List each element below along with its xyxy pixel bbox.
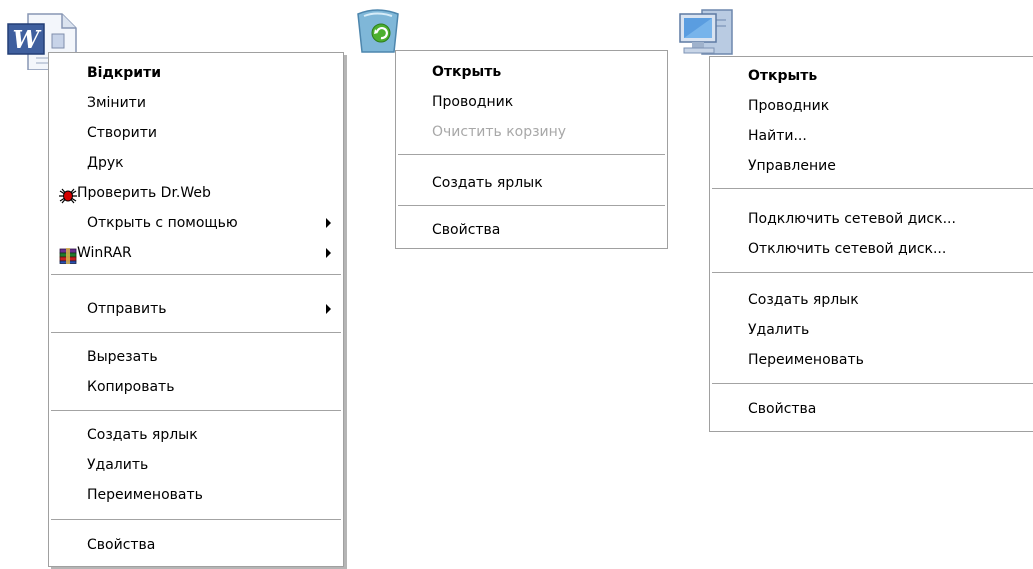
menu-separator [712, 188, 1033, 189]
menu-item-label: Найти... [748, 128, 807, 144]
my-computer-context-menu: Открыть Проводник Найти... Управление По… [709, 56, 1033, 432]
menu-item-rename[interactable]: Переименовать [710, 345, 1033, 375]
menu-item-label: Очистить корзину [432, 124, 567, 140]
menu-item-explorer[interactable]: Проводник [396, 87, 667, 117]
menu-item-open[interactable]: Открыть [396, 57, 667, 87]
menu-item-label: Подключить сетевой диск... [748, 211, 956, 227]
menu-item-open[interactable]: Відкрити [49, 58, 343, 88]
menu-item-label: Переименовать [748, 352, 864, 368]
menu-item-label: Открыть [748, 68, 818, 84]
menu-item-label: Переименовать [87, 487, 203, 503]
menu-item-label: Удалить [748, 322, 810, 338]
menu-item-label: Друк [87, 155, 124, 171]
menu-item-properties[interactable]: Свойства [396, 215, 667, 245]
menu-item-search[interactable]: Найти... [710, 121, 1033, 151]
spider-icon [59, 185, 77, 204]
menu-item-create-shortcut[interactable]: Создать ярлык [396, 168, 667, 198]
word-document-context-menu: Відкрити Змінити Створити Друк Проверить… [48, 52, 344, 567]
menu-item-scan-drweb[interactable]: Проверить Dr.Web [49, 178, 343, 208]
menu-item-copy[interactable]: Копировать [49, 372, 343, 402]
menu-item-label: Управление [748, 158, 836, 174]
menu-separator [51, 519, 341, 520]
menu-item-manage[interactable]: Управление [710, 151, 1033, 181]
submenu-arrow-icon [326, 218, 331, 228]
menu-item-label: Открыть с помощью [87, 215, 238, 231]
submenu-arrow-icon [326, 248, 331, 258]
menu-item-send-to[interactable]: Отправить [49, 294, 343, 324]
menu-item-label: Открыть [432, 64, 502, 80]
menu-item-rename[interactable]: Переименовать [49, 480, 343, 510]
menu-item-explorer[interactable]: Проводник [710, 91, 1033, 121]
menu-item-label: Свойства [748, 401, 817, 417]
menu-item-label: Змінити [87, 95, 146, 111]
menu-item-cut[interactable]: Вырезать [49, 342, 343, 372]
menu-item-label: Проводник [432, 94, 514, 110]
menu-item-delete[interactable]: Удалить [49, 450, 343, 480]
menu-item-label: Проверить Dr.Web [77, 185, 211, 201]
menu-separator [51, 274, 341, 275]
menu-item-label: Свойства [87, 537, 156, 553]
menu-separator [51, 410, 341, 411]
menu-item-label: Проводник [748, 98, 830, 114]
menu-item-label: Відкрити [87, 65, 162, 81]
menu-item-label: Свойства [432, 222, 501, 238]
menu-item-label: Создать ярлык [432, 175, 543, 191]
menu-item-delete[interactable]: Удалить [710, 315, 1033, 345]
menu-item-create-shortcut[interactable]: Создать ярлык [49, 420, 343, 450]
menu-separator [712, 272, 1033, 273]
menu-item-open-with[interactable]: Открыть с помощью [49, 208, 343, 238]
menu-item-edit[interactable]: Змінити [49, 88, 343, 118]
menu-item-label: Копировать [87, 379, 175, 395]
menu-separator [398, 205, 665, 206]
menu-item-label: Вырезать [87, 349, 158, 365]
menu-item-label: Создать ярлык [87, 427, 198, 443]
my-computer-icon[interactable] [678, 6, 742, 60]
menu-item-disconnect-network-drive[interactable]: Отключить сетевой диск... [710, 234, 1033, 264]
winrar-icon [59, 245, 77, 264]
menu-item-label: Создать ярлык [748, 292, 859, 308]
menu-item-empty-recycle-bin: Очистить корзину [396, 117, 667, 147]
menu-item-print[interactable]: Друк [49, 148, 343, 178]
menu-item-label: Створити [87, 125, 157, 141]
menu-separator [51, 332, 341, 333]
submenu-arrow-icon [326, 304, 331, 314]
menu-separator [712, 383, 1033, 384]
menu-item-label: Удалить [87, 457, 149, 473]
menu-item-label: WinRAR [77, 245, 132, 261]
menu-separator [398, 154, 665, 155]
menu-item-map-network-drive[interactable]: Подключить сетевой диск... [710, 204, 1033, 234]
menu-item-open[interactable]: Открыть [710, 61, 1033, 91]
menu-item-label: Отправить [87, 301, 167, 317]
menu-item-properties[interactable]: Свойства [49, 530, 343, 560]
recycle-bin-context-menu: Открыть Проводник Очистить корзину Созда… [395, 50, 668, 249]
menu-item-create-shortcut[interactable]: Создать ярлык [710, 285, 1033, 315]
svg-text:W: W [13, 25, 42, 54]
menu-item-new[interactable]: Створити [49, 118, 343, 148]
menu-item-winrar[interactable]: WinRAR [49, 238, 343, 268]
menu-item-label: Отключить сетевой диск... [748, 241, 947, 257]
menu-item-properties[interactable]: Свойства [710, 394, 1033, 424]
recycle-bin-icon[interactable] [350, 8, 404, 54]
